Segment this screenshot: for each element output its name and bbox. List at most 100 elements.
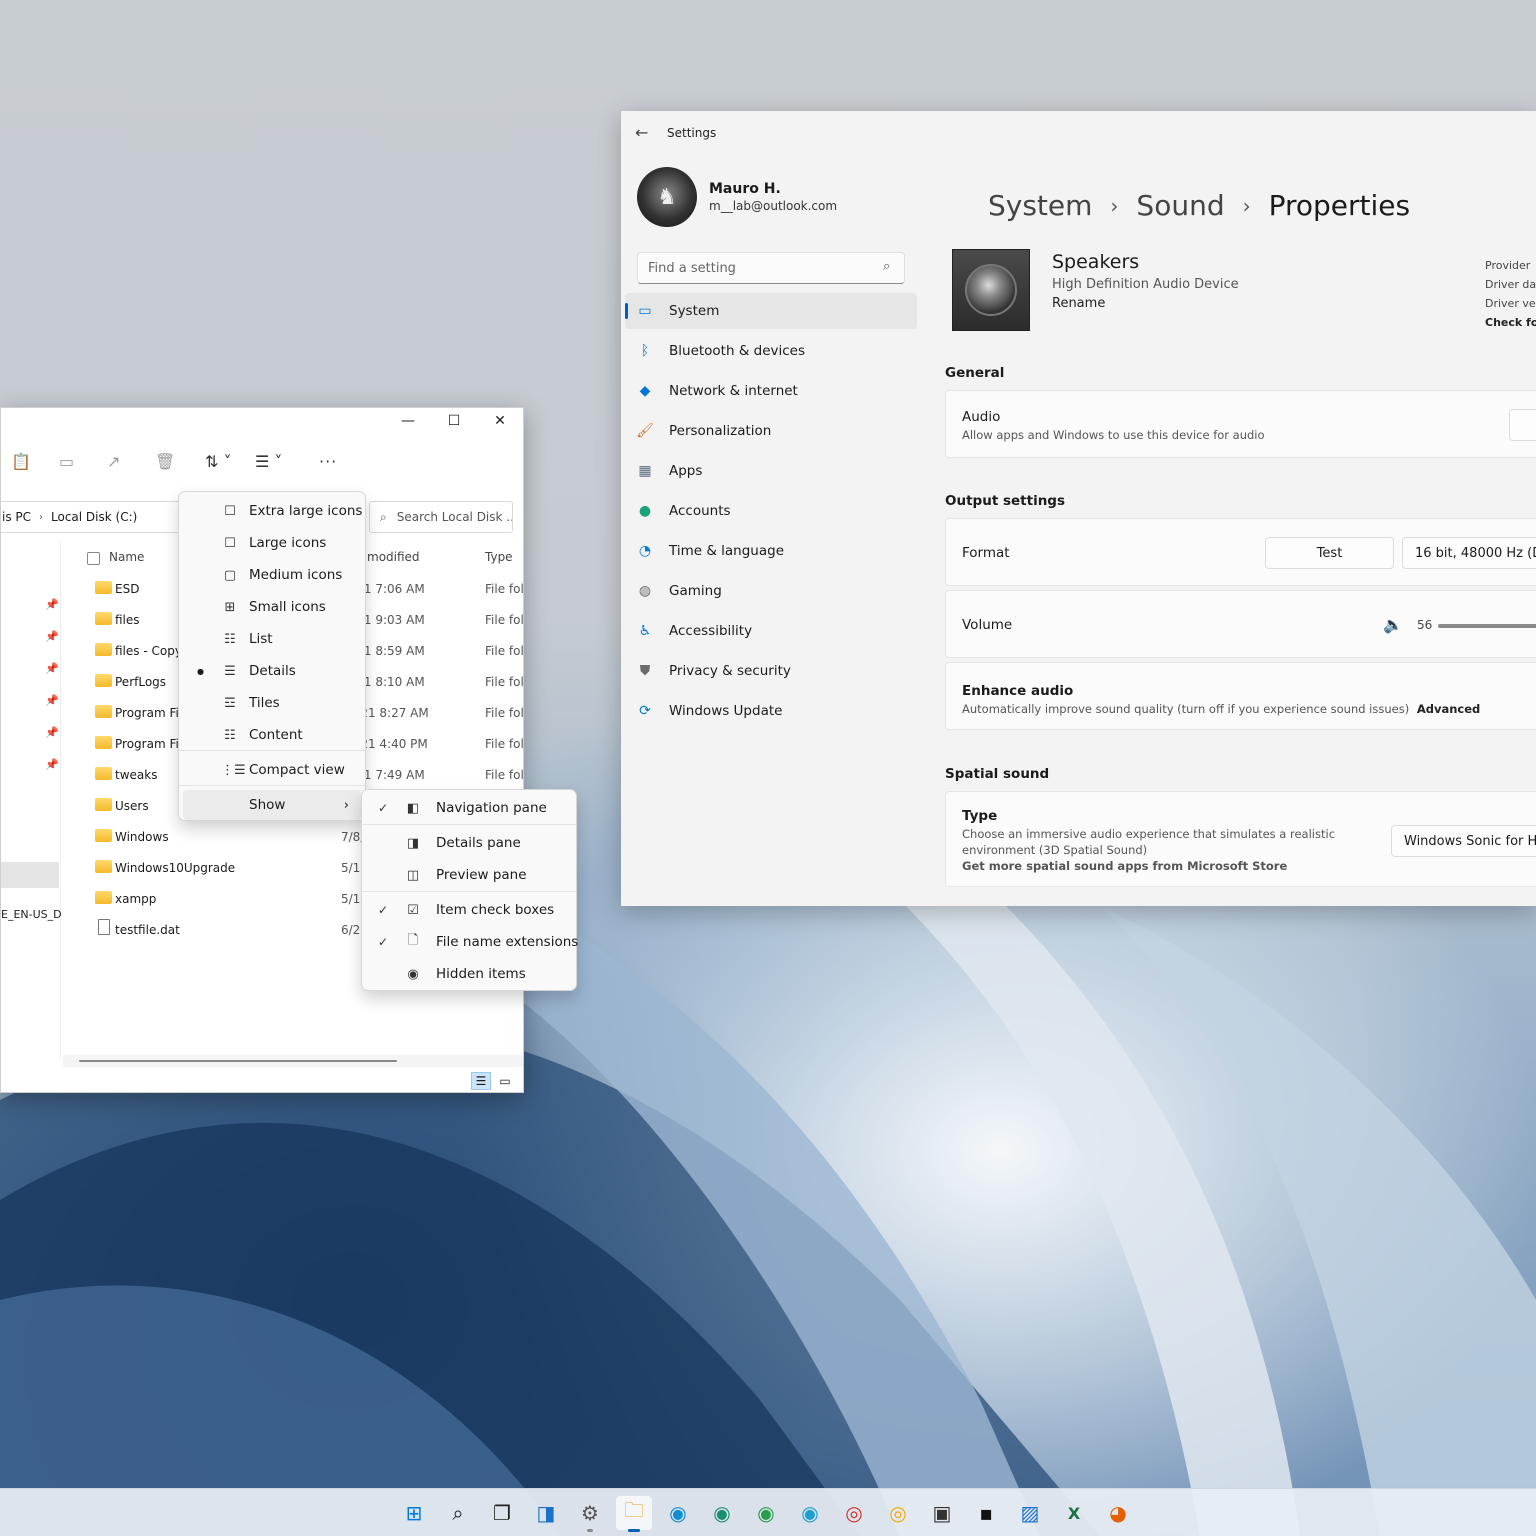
view-icon[interactable]: ☰ ˅	[255, 452, 282, 471]
view-menu-item-small-icons[interactable]: ⊞ Small icons	[183, 592, 361, 622]
edge-icon[interactable]: ◉	[660, 1496, 696, 1530]
terminal-icon[interactable]: ▣	[924, 1496, 960, 1530]
sidebar-item-network-internet[interactable]: ◆ Network & internet	[625, 373, 917, 409]
chrome-icon[interactable]: ◎	[836, 1496, 872, 1530]
nav-selected-item[interactable]	[1, 862, 59, 888]
sidebar-item-bluetooth-devices[interactable]: ᛒ Bluetooth & devices	[625, 333, 917, 369]
pin-icon[interactable]: 📌	[45, 758, 59, 771]
view-menu-item-content[interactable]: ☷ Content	[183, 720, 361, 750]
column-modified[interactable]: modified	[367, 550, 420, 564]
user-profile[interactable]: ♞ Mauro H. m__lab@outlook.com	[637, 167, 837, 227]
pin-icon[interactable]: 📌	[45, 598, 59, 611]
view-menu-item-details[interactable]: ● ☰ Details	[183, 656, 361, 686]
chrome-canary-icon[interactable]: ◎	[880, 1496, 916, 1530]
menu-item-label: Medium icons	[249, 567, 343, 583]
speaker-volume-icon[interactable]: 🔈	[1383, 615, 1403, 634]
show-menu-item-navigation-pane[interactable]: ✓ ◧ Navigation pane	[366, 793, 572, 823]
view-menu-item-large-icons[interactable]: ☐ Large icons	[183, 528, 361, 558]
photos-icon[interactable]: ▨	[1012, 1496, 1048, 1530]
menu-item-label: Item check boxes	[436, 902, 555, 918]
format-dropdown[interactable]: 16 bit, 48000 Hz (DV	[1402, 537, 1536, 569]
edge-beta-icon[interactable]: ◉	[704, 1496, 740, 1530]
excel-icon[interactable]: X	[1056, 1496, 1092, 1530]
details-view-icon[interactable]: ☰	[471, 1072, 491, 1090]
breadcrumb-sound[interactable]: Sound	[1136, 189, 1224, 222]
view-menu-item-show[interactable]: Show ›	[183, 790, 361, 820]
pin-icon[interactable]: 📌	[45, 726, 59, 739]
more-options-icon[interactable]: ···	[319, 452, 337, 471]
show-menu-item-file-name-extensions[interactable]: ✓ 🗋 File name extensions	[366, 927, 578, 957]
firefox-icon[interactable]: ◕	[1100, 1496, 1136, 1530]
show-menu-item-details-pane[interactable]: ◨ Details pane	[366, 828, 572, 858]
view-menu-item-medium-icons[interactable]: ▢ Medium icons	[183, 560, 361, 590]
sidebar-item-personalization[interactable]: 🖌 Personalization	[625, 413, 917, 449]
sort-icon[interactable]: ⇅ ˅	[205, 452, 232, 471]
view-menu-item-compact-view[interactable]: ⋮☰ Compact view	[183, 755, 361, 785]
sidebar-item-accessibility[interactable]: ♿ Accessibility	[625, 613, 917, 649]
sidebar-item-label: Gaming	[669, 583, 722, 599]
sidebar-item-apps[interactable]: ▦ Apps	[625, 453, 917, 489]
spatial-sound-dropdown[interactable]: Windows Sonic for He	[1391, 825, 1536, 857]
pin-icon[interactable]: 📌	[45, 694, 59, 707]
pin-icon[interactable]: 📌	[45, 662, 59, 675]
address-this-pc[interactable]: is PC	[2, 510, 31, 524]
edge-canary-icon[interactable]: ◉	[792, 1496, 828, 1530]
explorer-search-box[interactable]: ⌕ Search Local Disk ...	[369, 501, 513, 533]
file-explorer-icon[interactable]: 🗀	[616, 1496, 652, 1532]
close-icon[interactable]: ✕	[477, 408, 523, 434]
gamepad-icon: ◍	[638, 583, 652, 599]
show-menu-item-preview-pane[interactable]: ◫ Preview pane	[366, 860, 572, 890]
settings-icon[interactable]: ⚙	[572, 1496, 608, 1532]
enhance-title: Enhance audio	[962, 683, 1074, 699]
file-type: File fold	[485, 706, 524, 720]
breadcrumb: System › Sound › Properties	[988, 189, 1410, 222]
paste-icon[interactable]: 📋	[11, 452, 31, 471]
sidebar-item-system[interactable]: ▭ System	[625, 293, 917, 329]
column-type[interactable]: Type	[485, 550, 513, 564]
check-for-updates-link[interactable]: Check for	[1485, 313, 1536, 332]
sidebar-item-accounts[interactable]: ● Accounts	[625, 493, 917, 529]
view-menu-item-tiles[interactable]: ☲ Tiles	[183, 688, 361, 718]
back-arrow-icon[interactable]: ←	[635, 123, 651, 142]
share-icon[interactable]: ↗	[107, 452, 120, 471]
widgets-icon[interactable]: ◨	[528, 1496, 564, 1530]
minimize-icon[interactable]: —	[385, 408, 431, 434]
address-local-disk[interactable]: Local Disk (C:)	[51, 510, 137, 524]
thumbnail-view-icon[interactable]: ▭	[495, 1072, 515, 1090]
sidebar-item-windows-update[interactable]: ⟳ Windows Update	[625, 693, 917, 729]
sidebar-item-privacy-security[interactable]: ⛊ Privacy & security	[625, 653, 917, 689]
scrollbar-thumb[interactable]	[79, 1060, 397, 1062]
delete-icon[interactable]: 🗑	[155, 452, 175, 471]
driver-info: Provider Driver dat Driver ver Check for	[1485, 256, 1536, 332]
horizontal-scrollbar[interactable]	[63, 1055, 523, 1067]
view-menu-item-extra-large-icons[interactable]: ☐ Extra large icons	[183, 496, 362, 526]
show-menu-item-hidden-items[interactable]: ◉ Hidden items	[366, 959, 572, 989]
edge-dev-icon[interactable]: ◉	[748, 1496, 784, 1530]
rename-link[interactable]: Rename	[1052, 296, 1239, 311]
advanced-link[interactable]: Advanced	[1417, 702, 1480, 716]
command-prompt-icon[interactable]: ▪	[968, 1496, 1004, 1530]
pin-icon[interactable]: 📌	[45, 630, 59, 643]
task-view-icon[interactable]: ❐	[484, 1496, 520, 1530]
column-name[interactable]: Name	[109, 550, 144, 564]
nav-item-drive[interactable]: E_EN-US_D	[1, 908, 62, 921]
sidebar-item-label: Network & internet	[669, 383, 798, 399]
view-menu-item-list[interactable]: ☷ List	[183, 624, 361, 654]
show-menu-item-item-check-boxes[interactable]: ✓ ☑ Item check boxes	[366, 895, 572, 925]
rename-icon[interactable]: ▭	[59, 452, 74, 471]
select-all-checkbox[interactable]	[87, 552, 100, 565]
small-icons-icon: ⊞	[224, 599, 236, 615]
audio-toggle-button[interactable]	[1509, 409, 1536, 441]
volume-slider[interactable]	[1438, 624, 1536, 628]
breadcrumb-system[interactable]: System	[988, 189, 1092, 222]
start-icon[interactable]: ⊞	[396, 1496, 432, 1530]
device-name: Speakers	[1052, 251, 1140, 273]
test-button[interactable]: Test	[1265, 537, 1394, 569]
sidebar-item-time-language[interactable]: ◔ Time & language	[625, 533, 917, 569]
store-link[interactable]: Get more spatial sound apps from Microso…	[962, 859, 1287, 873]
find-setting-input[interactable]	[637, 252, 905, 284]
speaker-icon	[952, 249, 1030, 331]
maximize-icon[interactable]: ☐	[431, 408, 477, 434]
sidebar-item-gaming[interactable]: ◍ Gaming	[625, 573, 917, 609]
search-icon[interactable]: ⌕	[440, 1496, 476, 1530]
